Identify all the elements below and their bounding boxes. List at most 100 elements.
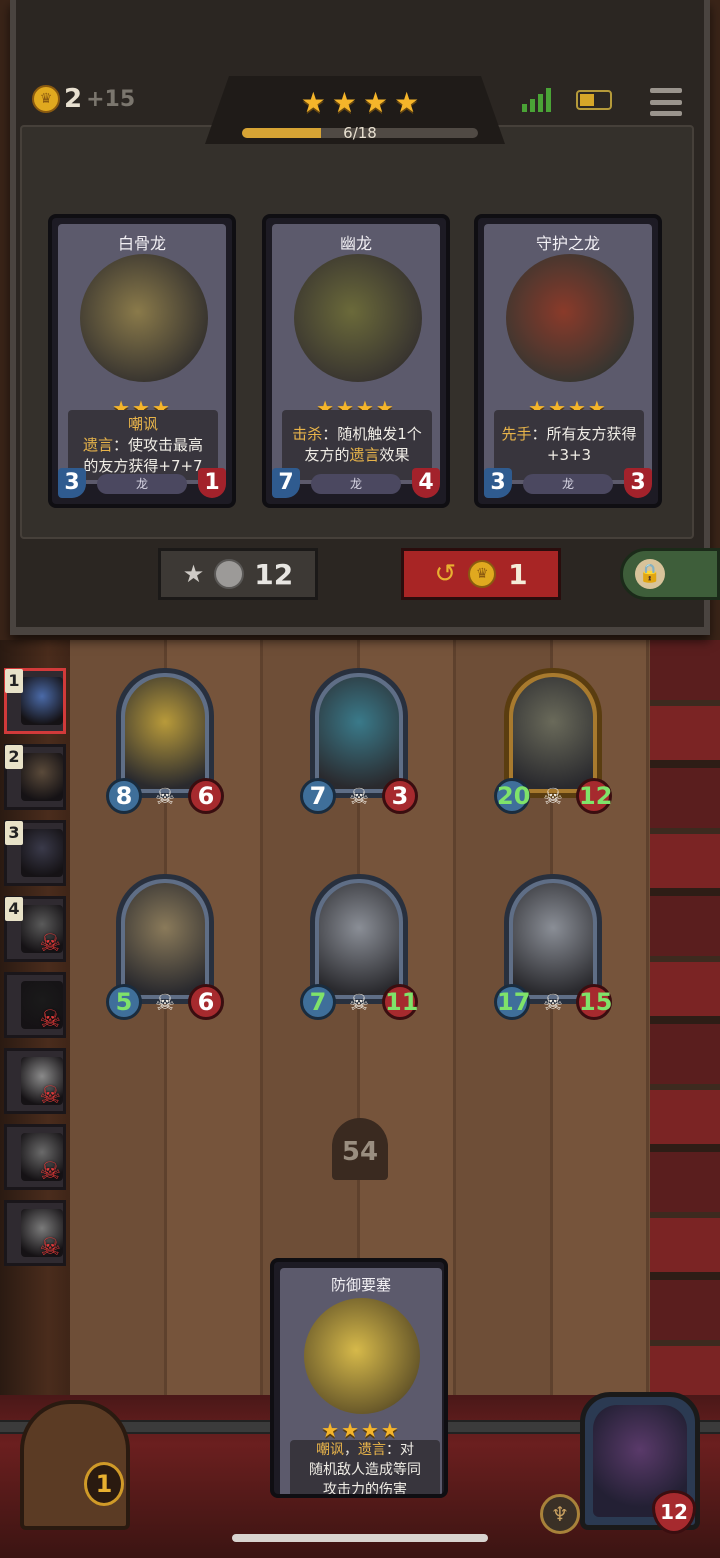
card-name: 白骨龙 <box>117 234 166 253</box>
board-minion[interactable]: ☠ 20 12 <box>494 668 612 820</box>
lock-icon: 🔒 <box>635 559 665 589</box>
opponent-rank: 2 <box>5 745 23 769</box>
minion-attack: 7 <box>300 984 336 1020</box>
card-keyword: 嘲讽 <box>316 1442 344 1458</box>
eliminated-skull-icon: ☠ <box>39 929 61 957</box>
card-tribe: 龙 <box>311 474 401 494</box>
card-keyword: 遗言 <box>82 435 113 454</box>
deck-count: 54 <box>332 1118 388 1180</box>
eliminated-skull-icon: ☠ <box>39 1005 61 1033</box>
minion-health: 6 <box>188 778 224 814</box>
star-upgrade-icon: ★ <box>182 560 205 588</box>
shop-card[interactable]: 守护之龙 ★★★★ 先手：所有友方获得 +3+3 3 龙 3 <box>474 214 662 508</box>
card-text-line: ：使攻击最高 <box>113 435 204 454</box>
board-minion[interactable]: ☠ 17 15 <box>494 874 612 1026</box>
gold-coin-icon: ♛ <box>468 560 497 588</box>
board-minion[interactable]: ☠ 8 6 <box>106 668 224 820</box>
card-name: 守护之龙 <box>535 234 600 253</box>
card-tribe: 龙 <box>523 474 613 494</box>
card-keyword: 击杀 <box>292 425 323 443</box>
opponent-slot[interactable]: ☠ <box>4 1048 66 1114</box>
card-text-line: ， <box>344 1442 358 1458</box>
shop-card[interactable]: 白骨龙 ★★★ 嘲讽 遗言：使攻击最高 的友方获得+7+7 3 龙 1 <box>48 214 236 508</box>
minion-health: 6 <box>188 984 224 1020</box>
refresh-shop-button[interactable]: ↺ ♛ 1 <box>401 548 561 600</box>
card-art-guardian-dragon <box>506 254 634 382</box>
tier-star-icon: ★ <box>331 86 357 119</box>
xp-text: 6/18 <box>343 124 377 142</box>
minion-art <box>125 883 205 995</box>
battery-fill <box>580 94 594 106</box>
card-text: 嘲讽，遗言：对 随机敌人造成等同 攻击力的伤害 <box>290 1440 440 1498</box>
lock-shop-button[interactable]: 🔒 <box>620 548 720 600</box>
card-text-line: ：所有友方获得 <box>531 425 637 443</box>
deathrattle-skull-icon: ☠ <box>155 991 175 1016</box>
minion-art <box>319 883 399 995</box>
opponent-portrait <box>21 753 63 801</box>
battery-icon <box>576 90 612 110</box>
opponent-rank: 1 <box>5 669 23 693</box>
card-art-ghost-dragon <box>294 254 422 382</box>
opponent-slot[interactable]: 4 ☠ <box>4 896 66 962</box>
minion-health: 12 <box>576 778 612 814</box>
card-text-line: ：随机触发1个 <box>322 425 422 443</box>
minion-attack: 7 <box>300 778 336 814</box>
card-art-bone-dragon <box>80 254 208 382</box>
home-indicator[interactable] <box>232 1534 488 1542</box>
board-minion[interactable]: ☠ 7 3 <box>300 668 418 820</box>
eliminated-skull-icon: ☠ <box>39 1081 61 1109</box>
card-stars: ★★★★ <box>321 1418 401 1442</box>
tier-star-icon: ★ <box>394 86 420 119</box>
opponent-slot[interactable]: 1 <box>4 668 66 734</box>
card-text-line: 攻击力的伤害 <box>323 1482 407 1498</box>
tavern-tier-stars: ★ ★ ★ ★ <box>0 88 720 118</box>
minion-art <box>513 677 593 789</box>
card-tribe: 龙 <box>97 474 187 494</box>
card-keyword: 遗言 <box>358 1442 386 1458</box>
hero-power-icon[interactable]: ♆ <box>540 1494 580 1534</box>
signal-icon <box>522 88 551 112</box>
minion-art <box>513 883 593 995</box>
refresh-cost: 1 <box>508 557 528 591</box>
deathrattle-skull-icon: ☠ <box>155 785 175 810</box>
hand-card[interactable]: 防御要塞 ★★★★ 嘲讽，遗言：对 随机敌人造成等同 攻击力的伤害 <box>270 1258 448 1498</box>
opponent-slot[interactable]: 3 <box>4 820 66 886</box>
treasure-count: 1 <box>84 1462 124 1506</box>
card-text-line: +3+3 <box>546 446 592 464</box>
opponent-portrait <box>21 829 63 877</box>
opponent-slot[interactable]: ☠ <box>4 1200 66 1266</box>
shop-card[interactable]: 幽龙 ★★★★ 击杀：随机触发1个 友方的遗言效果 7 龙 4 <box>262 214 450 508</box>
opponent-portrait <box>21 677 63 725</box>
opponent-slot[interactable]: ☠ <box>4 972 66 1038</box>
minion-attack: 8 <box>106 778 142 814</box>
upgrade-cost: 12 <box>254 557 294 591</box>
card-attack: 3 <box>484 468 512 498</box>
card-art-defense-fortress <box>304 1298 420 1414</box>
silver-coin-icon <box>214 559 245 589</box>
minion-art <box>125 677 205 789</box>
card-health: 4 <box>412 468 440 498</box>
card-text-line: 随机敌人造成等同 <box>309 1462 421 1478</box>
tier-star-icon: ★ <box>363 86 389 119</box>
tier-star-icon: ★ <box>300 86 326 119</box>
minion-attack: 20 <box>494 778 530 814</box>
card-text-line: 友方的 <box>304 446 350 464</box>
card-text-line: 效果 <box>379 446 410 464</box>
minion-health: 3 <box>382 778 418 814</box>
deathrattle-skull-icon: ☠ <box>543 785 563 810</box>
deathrattle-skull-icon: ☠ <box>349 785 369 810</box>
card-attack: 3 <box>58 468 86 498</box>
opponent-slot[interactable]: ☠ <box>4 1124 66 1190</box>
menu-button[interactable] <box>650 88 682 116</box>
upgrade-tavern-button[interactable]: ★ 12 <box>158 548 318 600</box>
minion-health: 11 <box>382 984 418 1020</box>
opponent-slot[interactable]: 2 <box>4 744 66 810</box>
refresh-icon: ↺ <box>434 559 457 589</box>
card-name: 幽龙 <box>339 234 372 253</box>
opponent-rank: 3 <box>5 821 23 845</box>
card-text-line: ：对 <box>386 1442 414 1458</box>
board-minion[interactable]: ☠ 7 11 <box>300 874 418 1026</box>
card-health: 3 <box>624 468 652 498</box>
board-minion[interactable]: ☠ 5 6 <box>106 874 224 1026</box>
minion-health: 15 <box>576 984 612 1020</box>
